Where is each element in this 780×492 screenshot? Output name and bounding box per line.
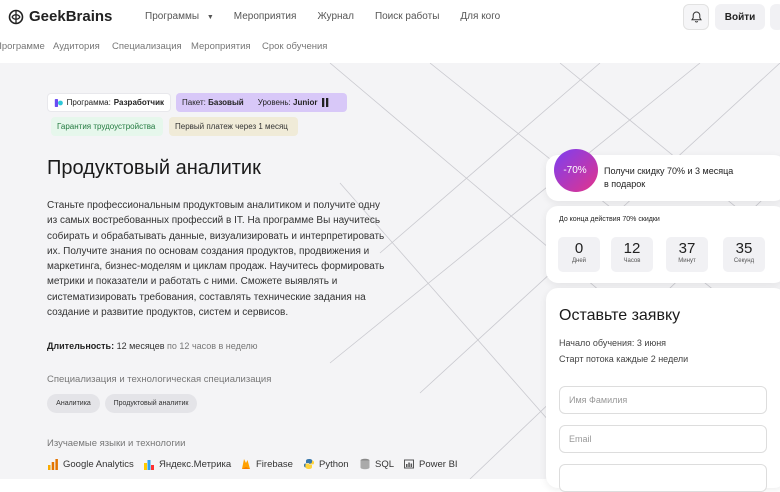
nav-programs-label: Программы (145, 11, 200, 22)
section-link-audience[interactable]: Аудитория (53, 41, 100, 52)
program-pill: Программа: Разработчик (47, 93, 171, 112)
discount-badge: -70% (554, 148, 598, 192)
tech-label: Power BI (419, 458, 458, 470)
countdown-value: 37 (678, 240, 696, 257)
promo-text-line2: в подарок (604, 179, 646, 189)
login-button[interactable]: Войти (715, 4, 765, 30)
python-icon (304, 459, 314, 469)
course-start-label: Начало обучения: (559, 338, 635, 348)
top-bar: GeekBrains Программы ▼ Мероприятия Журна… (0, 0, 780, 36)
countdown-unit: Секунд (733, 258, 755, 264)
firebase-icon (242, 459, 250, 469)
duration-value: 12 месяцев (116, 341, 165, 351)
discount-badge-text: -70% (563, 165, 586, 176)
tag-product-analyst[interactable]: Продуктовый аналитик (105, 394, 197, 413)
nav-journal[interactable]: Журнал (317, 11, 354, 22)
main-nav: Программы ▼ Мероприятия Журнал Поиск раб… (145, 11, 500, 22)
program-description: Станьте профессиональным продуктовым ана… (47, 200, 385, 319)
countdown-label: До конца действия 70% скидки (559, 216, 660, 223)
duration-label: Длительность: (47, 341, 115, 351)
tech-label: SQL (375, 458, 395, 470)
database-icon (360, 458, 370, 470)
payment-pill: Первый платеж через 1 месяц (169, 117, 298, 136)
geekbrains-logo-icon (8, 9, 24, 24)
nav-job-search[interactable]: Поиск работы (375, 11, 439, 22)
chevron-down-icon: ▼ (206, 14, 214, 21)
countdown-value: 0 (574, 240, 584, 257)
section-link-specialization[interactable]: Специализация (112, 41, 182, 52)
logo[interactable]: GeekBrains (8, 8, 112, 25)
application-form: Оставьте заявку Начало обучения: 3 июня … (546, 288, 780, 492)
tech-google-analytics: Google Analytics (47, 458, 134, 470)
course-start-value: 3 июня (636, 338, 667, 348)
countdown-unit: Дней (571, 258, 587, 264)
phone-input[interactable] (559, 464, 767, 492)
countdown-card: До конца действия 70% скидки 0 Дней 12 Ч… (546, 206, 780, 283)
guarantee-pill: Гарантия трудоустройства (51, 117, 163, 136)
tag-analytics[interactable]: Аналитика (47, 394, 100, 413)
level-label: Уровень: (257, 98, 291, 107)
tech-power-bi: Power BI (403, 458, 458, 470)
tech-sql: SQL (359, 458, 394, 470)
promo-text: Получи скидку 70% и 3 месяца в подарок (604, 165, 733, 191)
section-nav: Программе Аудитория Специализация Меропр… (0, 36, 780, 62)
section-link-duration[interactable]: Срок обучения (262, 41, 327, 52)
countdown-days: 0 Дней (558, 237, 600, 272)
countdown-unit: Минут (678, 258, 696, 264)
tech-yandex-metrika: Яндекс.Метрика (143, 458, 231, 470)
level-value: Junior (293, 98, 318, 107)
yandex-metrika-icon (144, 460, 154, 470)
course-start: Начало обучения: 3 июня (559, 338, 666, 348)
power-bi-icon (404, 459, 414, 469)
program-logo-icon (54, 98, 63, 107)
email-input[interactable] (559, 425, 767, 453)
nav-for-whom[interactable]: Для кого (460, 11, 500, 22)
stream-info: Старт потока каждые 2 недели (559, 354, 689, 364)
countdown-unit: Часов (623, 258, 641, 264)
level-info: Уровень: Junior (258, 98, 318, 107)
tech-label: Firebase (256, 458, 293, 470)
tech-label: Python (319, 458, 349, 470)
package-pill: Пакет: Базовый Уровень: Junior (176, 93, 347, 112)
countdown-seconds: 35 Секунд (723, 237, 765, 272)
nav-events[interactable]: Мероприятия (234, 11, 297, 22)
specialization-title: Специализация и технологическая специали… (47, 374, 272, 385)
logo-text: GeekBrains (29, 8, 113, 25)
tech-label: Яндекс.Метрика (159, 458, 232, 470)
notifications-button[interactable] (683, 4, 709, 30)
extra-button[interactable] (770, 4, 780, 30)
discount-badge-shape: -70% (554, 149, 598, 192)
program-value: Разработчик (113, 98, 164, 107)
countdown-value: 12 (623, 240, 641, 257)
countdown-hours: 12 Часов (611, 237, 653, 272)
package-value: Базовый (208, 98, 244, 107)
level-bars-icon (322, 98, 329, 107)
technologies-title: Изучаемые языки и технологии (47, 438, 186, 449)
package-label: Пакет: (182, 98, 206, 107)
google-analytics-icon (48, 459, 58, 470)
program-label: Программа: (66, 98, 111, 107)
page-title: Продуктовый аналитик (47, 157, 261, 179)
nav-programs[interactable]: Программы ▼ (145, 11, 214, 22)
countdown-minutes: 37 Минут (666, 237, 708, 272)
form-title: Оставьте заявку (559, 307, 681, 324)
name-input[interactable] (559, 386, 767, 414)
bell-icon (690, 11, 702, 23)
duration: Длительность: 12 месяцев по 12 часов в н… (47, 341, 258, 351)
promo-text-line1: Получи скидку 70% и 3 месяца (604, 166, 734, 176)
tech-python: Python (303, 458, 349, 470)
tech-label: Google Analytics (63, 458, 134, 470)
section-link-events[interactable]: Мероприятия (191, 41, 251, 52)
section-link-program[interactable]: Программе (0, 41, 45, 52)
countdown-value: 35 (735, 240, 753, 257)
tech-firebase: Firebase (240, 458, 293, 470)
package-info: Пакет: Базовый (182, 98, 244, 107)
duration-rest: по 12 часов в неделю (167, 341, 258, 351)
